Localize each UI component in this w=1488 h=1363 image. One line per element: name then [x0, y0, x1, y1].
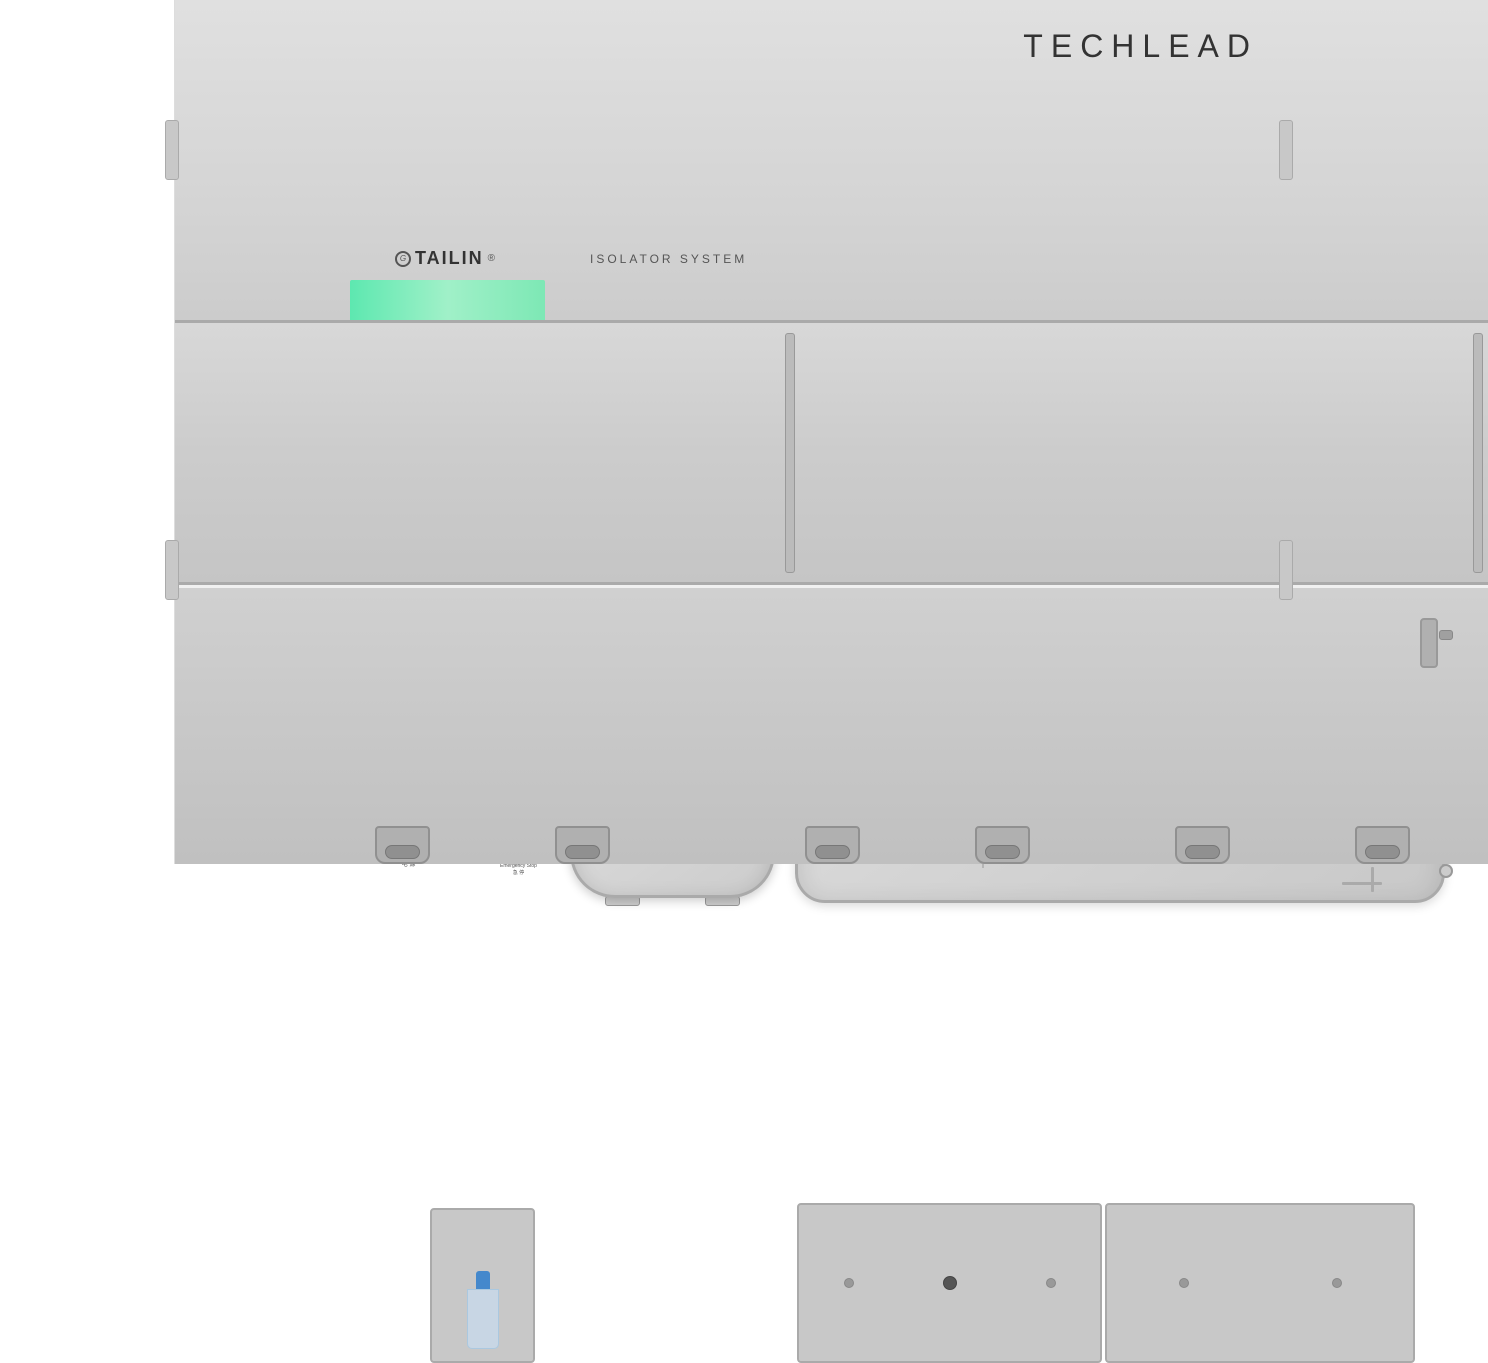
bottle-body — [467, 1289, 499, 1349]
foot-shape-5 — [1175, 826, 1230, 864]
right-fitting-lower — [1439, 630, 1453, 640]
foot-wheel-2 — [565, 845, 600, 859]
foot-wheel-6 — [1365, 845, 1400, 859]
storage-panel-1[interactable] — [797, 1203, 1102, 1363]
foot-2 — [555, 826, 610, 864]
tailin-logo: G TAILIN ® — [395, 248, 495, 269]
foot-wheel-1 — [385, 845, 420, 859]
foot-5 — [1175, 826, 1230, 864]
green-indicator-bar — [350, 280, 545, 325]
machine-lower — [175, 588, 1488, 864]
foot-shape-3 — [805, 826, 860, 864]
tailin-registered: ® — [488, 253, 495, 264]
foot-wheel-5 — [1185, 845, 1220, 859]
page-container: TECHLEAD G TAILIN ® ISOLATOR SYSTEM TAIL… — [0, 0, 1488, 864]
foot-wheel-4 — [985, 845, 1020, 859]
techlead-brand: TECHLEAD — [1023, 28, 1258, 65]
v-rail-right — [1473, 333, 1483, 573]
foot-shape-6 — [1355, 826, 1410, 864]
isolator-system-label: ISOLATOR SYSTEM — [590, 252, 747, 266]
bottle-display — [463, 1271, 503, 1351]
foot-shape-1 — [375, 826, 430, 864]
shelf-element — [1342, 882, 1382, 885]
left-strip — [0, 0, 175, 864]
emergency-stop-label: Emergency Stop急 停 — [500, 863, 537, 876]
tailin-text: TAILIN — [415, 248, 484, 269]
foot-3 — [805, 826, 860, 864]
foot-4 — [975, 826, 1030, 864]
panel-dot-1 — [844, 1278, 854, 1288]
left-bracket-lower — [165, 540, 179, 600]
right-fitting-upper — [1420, 618, 1438, 668]
tailin-circle-icon: G — [395, 251, 411, 267]
panel-dot-2 — [1046, 1278, 1056, 1288]
right-bracket-lower — [1279, 540, 1293, 600]
foot-1 — [375, 826, 430, 864]
panel-dot-4 — [1332, 1278, 1342, 1288]
right-bracket-upper — [1279, 120, 1293, 180]
bottle-compartment — [430, 1208, 535, 1363]
left-bracket-upper — [165, 120, 179, 180]
foot-shape-4 — [975, 826, 1030, 864]
v-rail-left — [785, 333, 795, 573]
storage-panel-2[interactable] — [1105, 1203, 1415, 1363]
foot-6 — [1355, 826, 1410, 864]
panel-dot-3 — [1179, 1278, 1189, 1288]
foot-shape-2 — [555, 826, 610, 864]
foot-wheel-3 — [815, 845, 850, 859]
bottle-cap — [476, 1271, 490, 1289]
main-hinge-bottom-right — [1439, 864, 1453, 878]
shelf-support — [1371, 867, 1374, 892]
panel-lock-dot-1 — [943, 1276, 957, 1290]
